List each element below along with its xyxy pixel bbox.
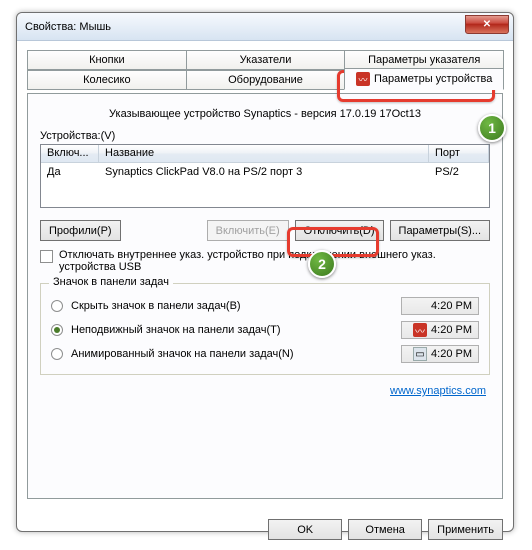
dialog-footer: OK Отмена Применить — [17, 509, 513, 550]
usb-checkbox[interactable] — [40, 250, 53, 263]
col-port[interactable]: Порт — [429, 145, 489, 162]
tab-pointer-options[interactable]: Параметры указателя — [344, 50, 504, 70]
settings-button[interactable]: Параметры(S)... — [390, 220, 490, 241]
preview-animated: ▭4:20 PM — [401, 345, 479, 363]
usb-checkbox-row: Отключать внутреннее указ. устройство пр… — [40, 249, 490, 273]
list-header: Включ... Название Порт — [41, 145, 489, 163]
cancel-button[interactable]: Отмена — [348, 519, 422, 540]
driver-info: Указывающее устройство Synaptics - верси… — [40, 108, 490, 120]
radio-static-label: Неподвижный значок на панели задач(T) — [71, 324, 393, 336]
col-name[interactable]: Название — [99, 145, 429, 162]
close-button[interactable]: ✕ — [465, 15, 509, 34]
synaptics-icon: 〰 — [356, 72, 370, 86]
tab-wheel[interactable]: Колесико — [27, 70, 187, 90]
tab-container: Кнопки Указатели Параметры указателя Кол… — [27, 49, 503, 91]
enable-button: Включить(E) — [207, 220, 289, 241]
tray-icon-group: Значок в панели задач Скрыть значок в па… — [40, 283, 490, 375]
apply-button[interactable]: Применить — [428, 519, 503, 540]
step-badge-1: 1 — [478, 114, 506, 142]
radio-hide[interactable] — [51, 300, 63, 312]
synaptics-link[interactable]: www.synaptics.com — [40, 385, 486, 397]
dialog-window: Свойства: Мышь ✕ Кнопки Указатели Параме… — [16, 12, 514, 532]
radio-animated[interactable] — [51, 348, 63, 360]
radio-static[interactable] — [51, 324, 63, 336]
profiles-button[interactable]: Профили(P) — [40, 220, 121, 241]
tab-device-settings[interactable]: 〰 Параметры устройства — [344, 68, 504, 90]
tab-pointers[interactable]: Указатели — [186, 50, 346, 70]
dialog-body: Кнопки Указатели Параметры указателя Кол… — [17, 41, 513, 509]
devices-label: Устройства:(V) — [40, 130, 490, 142]
radio-hide-label: Скрыть значок в панели задач(B) — [71, 300, 393, 312]
radio-animated-label: Анимированный значок на панели задач(N) — [71, 348, 393, 360]
usb-checkbox-label: Отключать внутреннее указ. устройство пр… — [59, 249, 490, 273]
disable-button[interactable]: Отключить(D) — [295, 220, 384, 241]
preview-static: 〰4:20 PM — [401, 321, 479, 339]
group-title: Значок в панели задач — [49, 276, 173, 288]
button-row: Профили(P) Включить(E) Отключить(D) Пара… — [40, 220, 490, 241]
window-title: Свойства: Мышь — [25, 21, 111, 33]
col-enabled[interactable]: Включ... — [41, 145, 99, 162]
tab-panel: Указывающее устройство Synaptics - верси… — [27, 93, 503, 499]
preview-hide: 4:20 PM — [401, 297, 479, 315]
tab-hardware[interactable]: Оборудование — [186, 70, 346, 90]
ok-button[interactable]: OK — [268, 519, 342, 540]
synaptics-tray-icon: 〰 — [413, 323, 427, 337]
device-list[interactable]: Включ... Название Порт Да Synaptics Clic… — [40, 144, 490, 208]
touchpad-tray-icon: ▭ — [413, 347, 427, 361]
titlebar[interactable]: Свойства: Мышь ✕ — [17, 13, 513, 41]
list-row[interactable]: Да Synaptics ClickPad V8.0 на PS/2 порт … — [41, 163, 489, 181]
step-badge-2: 2 — [308, 250, 336, 278]
tab-buttons[interactable]: Кнопки — [27, 50, 187, 70]
